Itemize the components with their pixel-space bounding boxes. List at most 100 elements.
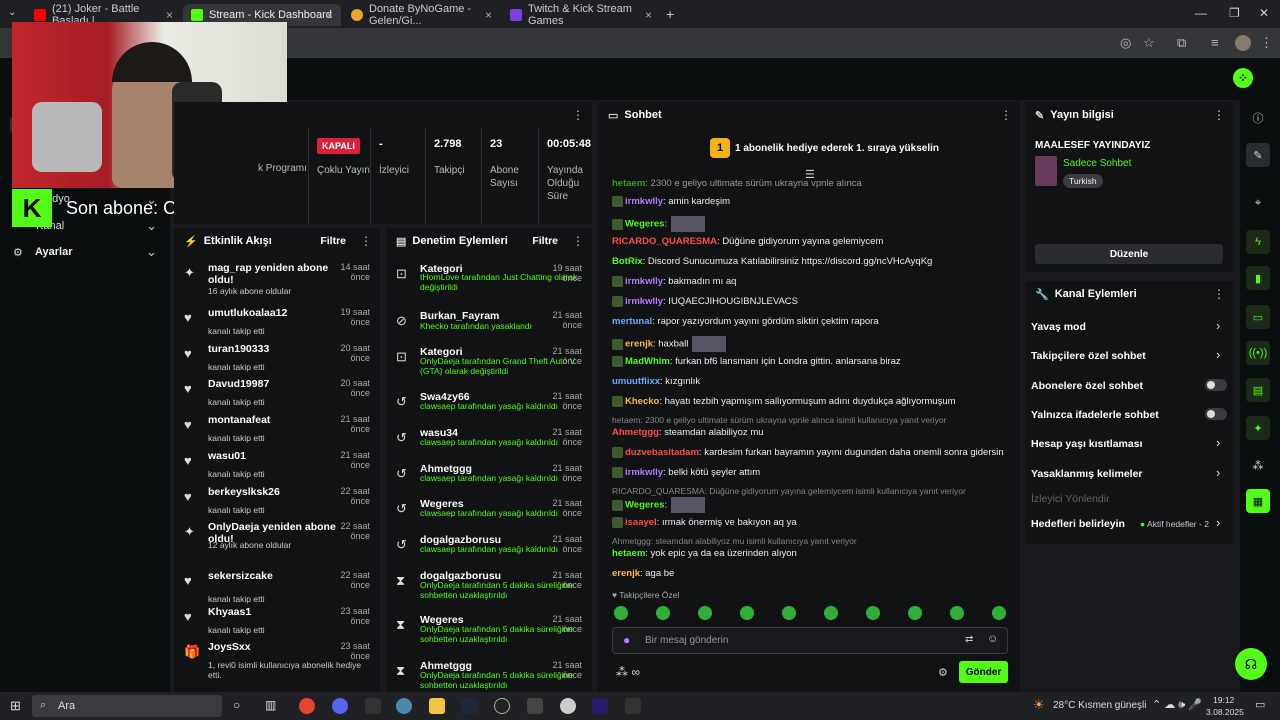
emote-icon[interactable] bbox=[866, 606, 880, 620]
chevron-down-icon[interactable]: ⌄ bbox=[146, 218, 157, 234]
new-tab-icon[interactable]: + bbox=[666, 6, 674, 22]
feed-item[interactable]: ♥ Davud19987 kanalı takip etti 20 saat önce bbox=[174, 376, 380, 412]
emote-icon[interactable] bbox=[656, 606, 670, 620]
feed-item[interactable]: ♥ montanafeat kanalı takip etti 21 saat önc… bbox=[174, 412, 380, 448]
kebab-icon[interactable]: ⋮ bbox=[1000, 108, 1012, 122]
app-icon[interactable] bbox=[527, 698, 543, 714]
filter-button[interactable]: Filtre bbox=[320, 235, 346, 247]
emoji-icon[interactable]: ☺ bbox=[987, 633, 998, 645]
chat-username[interactable]: Wegeres bbox=[625, 500, 664, 511]
kebab-icon[interactable]: ⋮ bbox=[572, 108, 584, 122]
epic-games-icon[interactable] bbox=[365, 698, 381, 714]
document-icon[interactable]: ▮ bbox=[1246, 266, 1270, 290]
chat-message[interactable]: Wegeres: bbox=[612, 216, 706, 232]
tab-list-icon[interactable]: ⌄ bbox=[8, 7, 16, 18]
feed-item[interactable]: ⊡ Kategori OnlyDaeja tarafından Grand Thef… bbox=[386, 344, 592, 380]
feed-item[interactable]: ⧗ dogalgazborusu OnlyDaeja tarafından 5 da… bbox=[386, 568, 592, 604]
maximize-icon[interactable]: ❐ bbox=[1229, 6, 1240, 20]
followers-chat-item[interactable]: Takipçilere özel sohbet bbox=[1031, 350, 1146, 362]
kick-points-icon[interactable]: ⁂ ∞ bbox=[616, 665, 640, 679]
emote-chat-toggle[interactable] bbox=[1205, 408, 1227, 420]
chat-username[interactable]: irmkwlly bbox=[625, 276, 663, 287]
feed-item[interactable]: ⧗ Wegeres OnlyDaeja tarafından 5 dakika sü… bbox=[386, 612, 592, 648]
chat-icon[interactable]: ▭ bbox=[1246, 305, 1270, 329]
feed-item[interactable]: ♥ berkeyslksk26 kanalı takip etti 22 saat ö… bbox=[174, 484, 380, 520]
app-icon[interactable] bbox=[560, 698, 576, 714]
feed-item[interactable]: ⧗ Ahmetggg OnlyDaeja tarafından 5 dakika s… bbox=[386, 658, 592, 694]
chevron-down-icon[interactable]: ⌄ bbox=[146, 244, 157, 260]
cortana-icon[interactable]: ○ bbox=[233, 698, 240, 712]
chat-username[interactable]: erenjk bbox=[625, 339, 653, 350]
chat-message[interactable]: hetaem: yok epic ya da ea üzerinden alıy… bbox=[612, 548, 797, 559]
chat-message[interactable]: duzvebasitadam: kardesim furkan bayramın… bbox=[612, 447, 1004, 458]
feed-item[interactable]: ♥ turan190333 kanalı takip etti 20 saat önc… bbox=[174, 341, 380, 377]
feed-item[interactable]: ↺ Swa4zy66 clawsaep tarafından yasağı kald… bbox=[386, 389, 592, 425]
subs-chat-toggle[interactable] bbox=[1205, 379, 1227, 391]
chat-message[interactable]: irmkwlly: belki kötü şeyler attım bbox=[612, 467, 760, 478]
chat-username[interactable]: hetaem bbox=[612, 178, 645, 189]
chat-message[interactable]: Wegeres: bbox=[612, 497, 706, 513]
chat-username[interactable]: BotRix bbox=[612, 256, 643, 267]
chat-message[interactable]: mertunal: rapor yazıyordum yayını gördüm… bbox=[612, 316, 879, 327]
chat-message[interactable]: MadWhim: furkan bf6 lansmanı için Londra… bbox=[612, 356, 901, 367]
info-icon[interactable]: ⓘ bbox=[1246, 106, 1270, 130]
chat-username[interactable]: umuutflixx bbox=[612, 376, 660, 387]
feed-item[interactable]: ♥ wasu01 kanalı takip etti 21 saat önce bbox=[174, 448, 380, 484]
steam-icon[interactable] bbox=[461, 698, 477, 714]
kick-menu-icon[interactable]: ⁘ bbox=[1233, 68, 1253, 88]
chat-username[interactable]: irmkwlly bbox=[625, 296, 663, 307]
epic-games-icon[interactable] bbox=[625, 698, 641, 714]
chat-username[interactable]: Khecko bbox=[625, 396, 659, 407]
profile-avatar[interactable] bbox=[1235, 35, 1251, 51]
weather-text[interactable]: 28°C Kısmen güneşli bbox=[1053, 700, 1147, 711]
tab-stream-games[interactable]: Twitch & Kick Stream Games × bbox=[502, 3, 660, 27]
file-explorer-icon[interactable] bbox=[429, 698, 445, 714]
banned-words-item[interactable]: Yasaklanmış kelimeler bbox=[1031, 468, 1143, 480]
category-link[interactable]: Sadece Sohbet bbox=[1063, 158, 1131, 169]
emote-icon[interactable] bbox=[782, 606, 796, 620]
task-view-icon[interactable]: ▥ bbox=[265, 698, 276, 712]
emote-icon[interactable] bbox=[908, 606, 922, 620]
chevron-right-icon[interactable]: › bbox=[1216, 515, 1220, 530]
chat-username[interactable]: Wegeres bbox=[625, 219, 664, 230]
notification-icon[interactable]: ▭ bbox=[1255, 698, 1265, 711]
chat-message[interactable]: erenjk: aga be bbox=[612, 568, 674, 579]
emote-icon[interactable] bbox=[824, 606, 838, 620]
star-icon[interactable]: ☆ bbox=[1143, 35, 1155, 51]
chat-message[interactable]: BotRix: Discord Sunucumuza Katılabilirsi… bbox=[612, 256, 932, 267]
close-icon[interactable]: × bbox=[326, 8, 333, 22]
help-headset-icon[interactable]: ☊ bbox=[1235, 648, 1267, 680]
emote-icon[interactable] bbox=[950, 606, 964, 620]
close-icon[interactable]: × bbox=[485, 8, 492, 22]
apps-icon[interactable]: ⁂ bbox=[1246, 453, 1270, 477]
gift-promo-text[interactable]: 1 abonelik hediye ederek 1. sıraya yükse… bbox=[735, 143, 939, 154]
emote-icon[interactable] bbox=[698, 606, 712, 620]
feed-item[interactable]: ↺ Ahmetggg clawsaep tarafından yasağı kald… bbox=[386, 461, 592, 497]
chrome-icon[interactable] bbox=[299, 698, 315, 714]
chat-username[interactable]: hetaem bbox=[612, 548, 645, 559]
tray-icons[interactable]: ⌃ ☁ 🕪 🎤 bbox=[1152, 698, 1202, 712]
lightning-icon[interactable]: ϟ bbox=[1246, 230, 1270, 254]
minimize-icon[interactable]: — bbox=[1195, 6, 1207, 20]
app-icon[interactable] bbox=[396, 698, 412, 714]
filter-button[interactable]: Filtre bbox=[532, 235, 558, 247]
feed-item[interactable]: ⊡ Kategori tHornLove tarafından Just Chatt… bbox=[386, 261, 592, 297]
gear-icon[interactable]: ⚙ bbox=[938, 666, 948, 679]
chevron-right-icon[interactable]: › bbox=[1216, 318, 1220, 333]
chat-input[interactable]: ● Bir mesaj gönderin ⇄ ☺ bbox=[612, 627, 1008, 654]
feed-item[interactable]: ♥ umutlukoalaa12 kanalı takip etti 19 saat … bbox=[174, 305, 380, 341]
windows-start-icon[interactable]: ⊞ bbox=[10, 698, 21, 714]
chat-message[interactable]: hetaem: 2300 e geliyo ultimate sürüm ukr… bbox=[612, 178, 862, 189]
tab-donate[interactable]: Donate ByNoGame - Gelen/Gi... × bbox=[343, 3, 500, 27]
sidebar-item-settings[interactable]: Ayarlar bbox=[35, 246, 73, 258]
extensions-icon[interactable]: ⧉ bbox=[1177, 35, 1186, 51]
eye-off-icon[interactable]: ◎ bbox=[1120, 35, 1131, 51]
chat-message[interactable]: Ahmetggg: steamdan alabiliyoz mu bbox=[612, 427, 764, 438]
reading-list-icon[interactable]: ≡ bbox=[1211, 35, 1219, 50]
kebab-icon[interactable]: ⋮ bbox=[1213, 287, 1225, 301]
chat-message[interactable]: irmkwlly: amin kardeşim bbox=[612, 196, 730, 207]
chat-message[interactable]: umuutflixx: kızgınlık bbox=[612, 376, 700, 387]
chat-username[interactable]: mertunal bbox=[612, 316, 652, 327]
close-icon[interactable]: × bbox=[645, 8, 652, 22]
chat-message[interactable]: isaayel: ırmak önermiş ve bakıyon aq ya bbox=[612, 517, 797, 528]
